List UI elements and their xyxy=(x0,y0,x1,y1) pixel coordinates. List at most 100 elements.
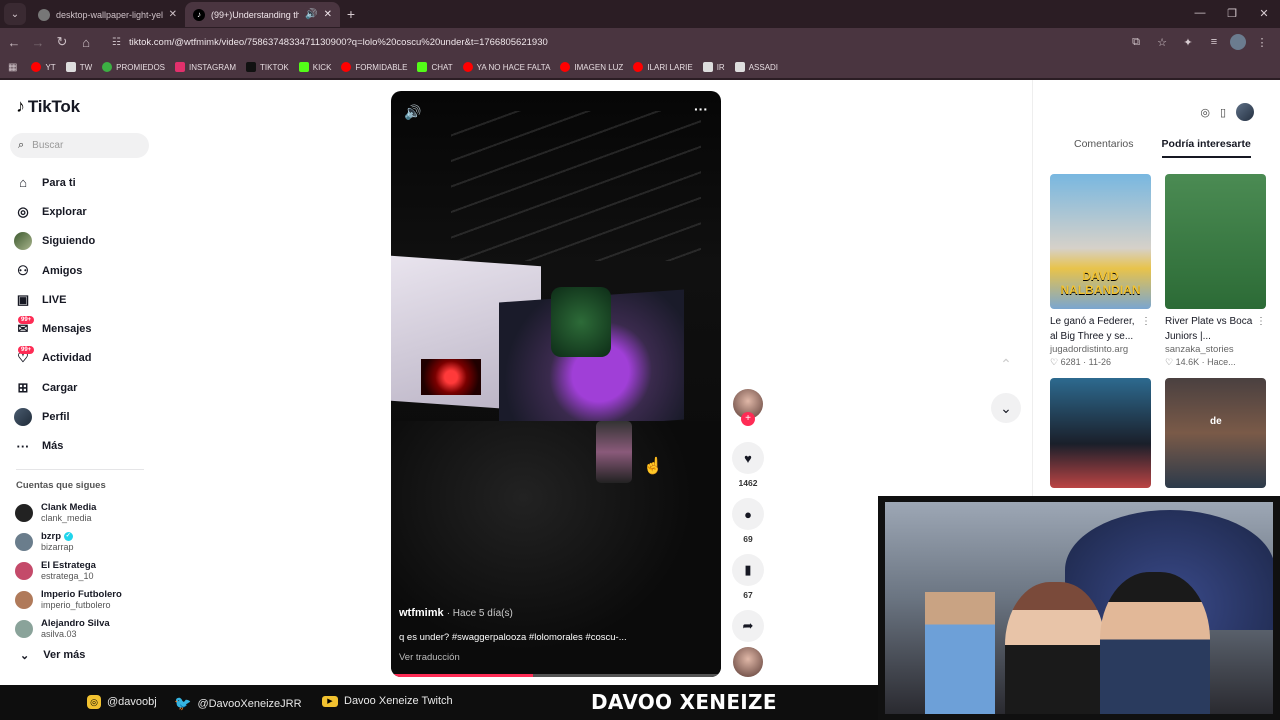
more-options-icon[interactable]: ··· xyxy=(694,101,708,117)
close-window-icon[interactable]: ✕ xyxy=(1248,0,1280,26)
bookmark-ir[interactable]: IR xyxy=(702,62,725,72)
sidebar-item-perfil[interactable]: Perfil xyxy=(14,402,164,431)
sidebar-item-actividad[interactable]: ♡ 99+ Actividad xyxy=(14,344,164,373)
tab-podria-interesarte[interactable]: Podría interesarte xyxy=(1161,138,1251,158)
bookmark-tw[interactable]: TW xyxy=(65,62,93,72)
bookmark-imagen-luz[interactable]: IMAGEN LUZ xyxy=(560,62,623,72)
like-button[interactable]: ♥ xyxy=(732,442,764,474)
coin-icon[interactable]: ◎ xyxy=(1200,106,1210,119)
translate-link[interactable]: Ver traducción xyxy=(399,652,713,663)
video-age: · Hace 5 día(s) xyxy=(446,608,513,619)
back-icon[interactable]: ← xyxy=(2,35,26,50)
following-item[interactable]: El Estratega estratega_10 xyxy=(15,556,155,585)
video-description[interactable]: q es under? #swaggerpalooza #lolomorales… xyxy=(399,632,713,643)
sound-avatar[interactable] xyxy=(733,647,763,677)
video-progress[interactable] xyxy=(391,674,721,677)
following-item[interactable]: bzrp ✓ bizarrap xyxy=(15,527,155,556)
restore-icon[interactable]: ❐ xyxy=(1216,0,1248,26)
bookmark-label: TW xyxy=(79,62,93,72)
kick-icon xyxy=(298,62,309,72)
bookmark-label: INSTAGRAM xyxy=(189,62,236,72)
bookmark-formidable[interactable]: FORMIDABLE xyxy=(341,62,407,72)
profile-avatar[interactable] xyxy=(1236,103,1254,121)
tiktok-icon: ♪ xyxy=(193,8,205,21)
bookmark-ya-no-hace-falta[interactable]: YA NO HACE FALTA xyxy=(462,62,550,72)
sidebar-item-amigos[interactable]: ⚇ Amigos xyxy=(14,256,164,285)
follow-plus-icon[interactable]: + xyxy=(741,412,755,426)
following-item[interactable]: Imperio Futbolero imperio_futbolero xyxy=(15,586,155,615)
bookmark-tiktok[interactable]: TIKTOK xyxy=(246,62,289,72)
suggestion-card[interactable]: de xyxy=(1165,378,1266,488)
verified-icon: ✓ xyxy=(63,531,73,541)
sidebar-item-label: Perfil xyxy=(42,411,70,424)
previous-video-button[interactable]: ⌃ xyxy=(991,349,1021,379)
site-info-icon[interactable]: ☷ xyxy=(112,37,121,48)
sidebar-item-explorar[interactable]: ◎ Explorar xyxy=(14,197,164,226)
sidebar-item-mensajes[interactable]: ✉ 99+ Mensajes xyxy=(14,314,164,343)
more-vertical-icon[interactable]: ⋮ xyxy=(1256,314,1266,329)
see-more-button[interactable]: ⌄ Ver más xyxy=(20,649,85,662)
bookmark-ilari-larie[interactable]: ILARI LARIE xyxy=(633,62,693,72)
tab-tiktok[interactable]: ♪ (99+)Understanding the Sw 🔊 ✕ xyxy=(185,2,340,27)
share-button[interactable]: ➦ xyxy=(732,610,764,642)
search-input[interactable]: ⌕ Buscar xyxy=(10,133,149,158)
sidebar-item-live[interactable]: ▣ LIVE xyxy=(14,285,164,314)
next-video-button[interactable]: ⌄ xyxy=(991,393,1021,423)
following-item[interactable]: Clank Media clank_media xyxy=(15,498,155,527)
suggestion-card[interactable]: River Plate vs Boca Juniors |... ⋮ sanzak… xyxy=(1165,174,1266,368)
more-vertical-icon[interactable]: ⋮ xyxy=(1141,314,1151,329)
extensions-icon[interactable]: ✦ xyxy=(1178,32,1198,52)
volume-icon[interactable]: 🔊 xyxy=(404,104,421,121)
tiktok-logo[interactable]: ♪ TikTok xyxy=(16,96,80,117)
bookmark-instagram[interactable]: INSTAGRAM xyxy=(175,62,236,72)
speaker-icon[interactable]: 🔊 xyxy=(305,9,317,20)
following-item[interactable]: Alejandro Silva asilva.03 xyxy=(15,615,155,644)
notification-badge: 99+ xyxy=(18,316,35,325)
card-date: 11-26 xyxy=(1088,357,1111,367)
toolbar-actions: ⧉ ☆ ✦ ≡ ⋮ xyxy=(1126,32,1272,52)
tab-comentarios[interactable]: Comentarios xyxy=(1074,138,1134,158)
youtube-icon xyxy=(462,62,473,72)
menu-icon[interactable]: ⋮ xyxy=(1252,32,1272,52)
author-avatar[interactable]: + xyxy=(733,389,763,426)
video-author[interactable]: wtfmimk xyxy=(399,607,444,619)
new-tab-button[interactable]: + xyxy=(340,3,362,25)
home-icon[interactable]: ⌂ xyxy=(74,35,98,50)
sidebar-item-para-ti[interactable]: ⌂ Para ti xyxy=(14,168,164,197)
bookmark-promiedos[interactable]: PROMIEDOS xyxy=(102,62,165,72)
forward-icon[interactable]: → xyxy=(26,35,50,50)
heart-icon: ♡ xyxy=(1050,357,1059,367)
media-icon[interactable]: ≡ xyxy=(1204,32,1224,52)
tab-wallpaper[interactable]: desktop-wallpaper-light-yellow ✕ xyxy=(30,2,185,27)
sidebar-item-mas[interactable]: ··· Más xyxy=(14,432,164,461)
sidebar-item-cargar[interactable]: ⊞ Cargar xyxy=(14,373,164,402)
globe-icon xyxy=(38,8,50,21)
video-thumbnail xyxy=(1050,378,1151,488)
star-icon[interactable]: ☆ xyxy=(1152,32,1172,52)
save-button[interactable]: ▮ xyxy=(732,554,764,586)
upload-icon: ⊞ xyxy=(17,379,29,395)
minimize-icon[interactable]: — xyxy=(1184,0,1216,26)
install-icon[interactable]: ⧉ xyxy=(1126,32,1146,52)
bookmark-label: IR xyxy=(716,62,725,72)
device-icon[interactable]: ▯ xyxy=(1220,106,1226,119)
save-count: 67 xyxy=(743,590,753,600)
close-icon[interactable]: ✕ xyxy=(324,9,332,20)
reload-icon[interactable]: ↻ xyxy=(50,34,74,50)
bookmark-label: TIKTOK xyxy=(260,62,289,72)
comment-button[interactable]: ● xyxy=(732,498,764,530)
suggestion-card[interactable] xyxy=(1050,378,1151,488)
bookmark-yt[interactable]: YT xyxy=(31,62,56,72)
address-bar[interactable]: ☷ tiktok.com/@wtfmimk/video/758637483347… xyxy=(104,31,1164,53)
apps-grid-icon[interactable]: ▦ xyxy=(8,62,17,73)
bookmark-assadi[interactable]: ASSADI xyxy=(734,62,778,72)
suggestion-card[interactable]: DAVID NALBANDIAN Le ganó a Federer, al B… xyxy=(1050,174,1151,368)
profile-avatar[interactable] xyxy=(1230,34,1246,50)
close-icon[interactable]: ✕ xyxy=(169,9,177,20)
tab-search-button[interactable]: ⌄ xyxy=(4,3,26,25)
bookmark-kick[interactable]: KICK xyxy=(298,62,331,72)
sidebar-item-siguiendo[interactable]: Siguiendo xyxy=(14,227,164,256)
video-player[interactable]: 🔊 ··· wtfmimk · Hace 5 día(s) q es under… xyxy=(391,91,721,677)
bookmark-chat[interactable]: CHAT xyxy=(417,62,453,72)
bookmark-label: FORMIDABLE xyxy=(355,62,408,72)
